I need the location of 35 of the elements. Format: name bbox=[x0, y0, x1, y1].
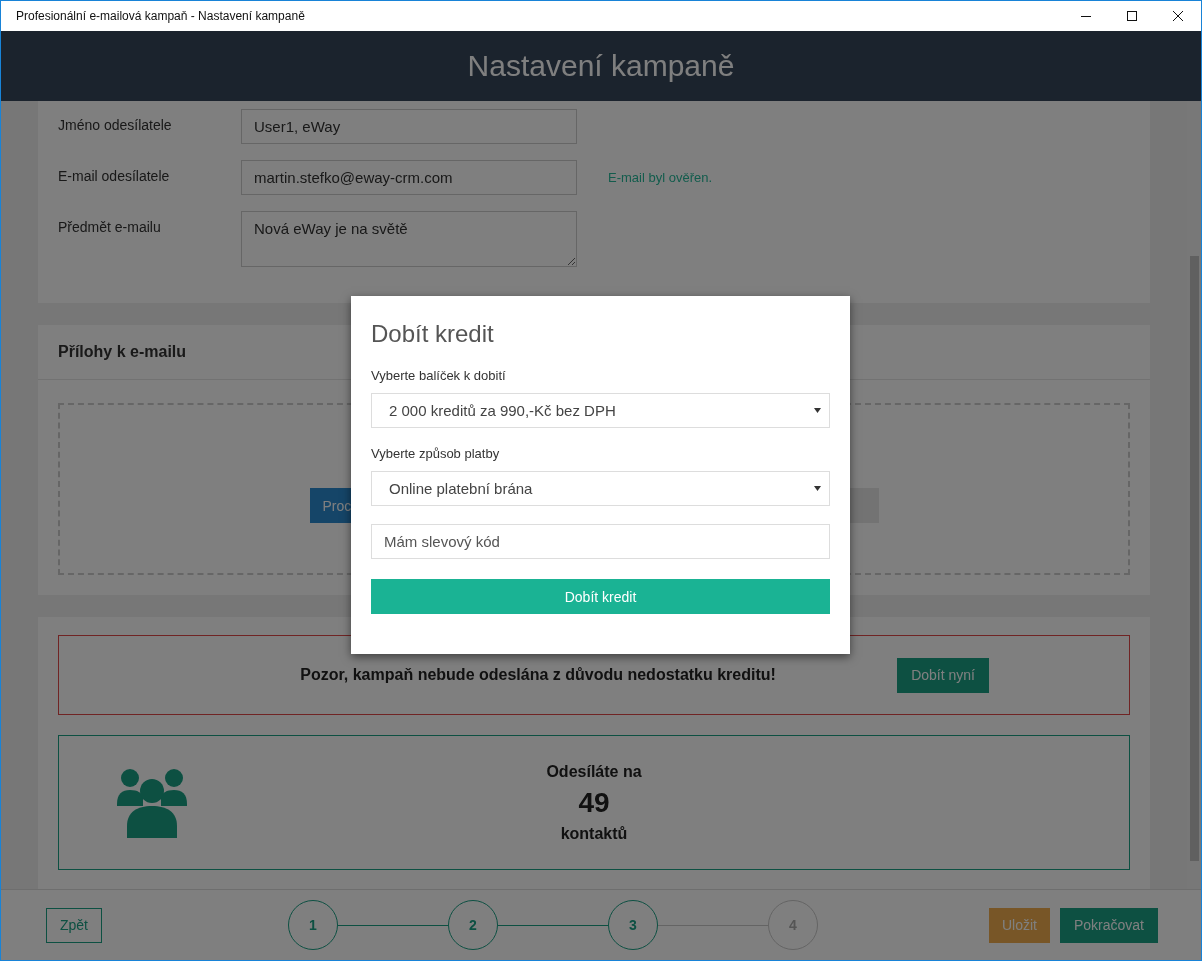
maximize-icon bbox=[1127, 11, 1137, 21]
field-label: Předmět e-mailu bbox=[58, 218, 162, 235]
step-circle[interactable]: 3 bbox=[608, 900, 658, 950]
input-field[interactable]: martin.stefko@eway-crm.com bbox=[241, 160, 577, 195]
caret-icon bbox=[814, 486, 821, 491]
recipients-label: Odesíláte na bbox=[546, 762, 642, 781]
field-label: E-mail odesílatele bbox=[58, 167, 171, 184]
dialog-title: Dobít kredit bbox=[371, 320, 495, 348]
people-icon bbox=[117, 767, 187, 838]
recipients-unit: kontaktů bbox=[560, 824, 628, 843]
discount-field[interactable]: Mám slevový kód bbox=[371, 524, 830, 559]
top-up-submit-button[interactable]: Dobít kredit bbox=[371, 579, 830, 614]
field-label: Vyberte způsob platby bbox=[371, 446, 501, 461]
page-title: Nastavení kampaně bbox=[467, 49, 735, 83]
step-circle[interactable]: 2 bbox=[448, 900, 498, 950]
field-label: Vyberte balíček k dobití bbox=[371, 368, 507, 383]
field-label: Jméno odesílatele bbox=[58, 116, 173, 133]
subject-field[interactable]: Nová eWay je na světě bbox=[241, 211, 577, 267]
input-field[interactable]: User1, eWay bbox=[241, 109, 577, 144]
browse-button[interactable]: Proc bbox=[309, 488, 353, 523]
recipients-count: 49 bbox=[578, 786, 610, 819]
card-title: Přílohy k e-mailu bbox=[58, 343, 187, 361]
payment-select[interactable]: Online platební brána bbox=[371, 471, 830, 506]
continue-button[interactable]: Pokračovat bbox=[1059, 907, 1158, 943]
step-circle[interactable]: 1 bbox=[288, 900, 338, 950]
save-button[interactable]: Uložit bbox=[988, 907, 1050, 943]
scrollbar-thumb[interactable] bbox=[1189, 256, 1199, 861]
package-select[interactable]: 2 000 kreditů za 990,-Kč bez DPH bbox=[371, 393, 830, 428]
top-up-button[interactable]: Dobít nyní bbox=[897, 657, 989, 693]
window-title: Profesionální e-mailová kampaň - Nastavení kampaně bbox=[16, 9, 306, 23]
close-icon bbox=[1173, 11, 1183, 21]
verified-note: E-mail byl ověřen. bbox=[608, 169, 713, 185]
caret-icon bbox=[814, 408, 821, 413]
back-button[interactable]: Zpět bbox=[46, 907, 102, 943]
warning-text: Pozor, kampaň nebude odeslána z důvodu nedostatku kreditu! bbox=[299, 666, 777, 684]
